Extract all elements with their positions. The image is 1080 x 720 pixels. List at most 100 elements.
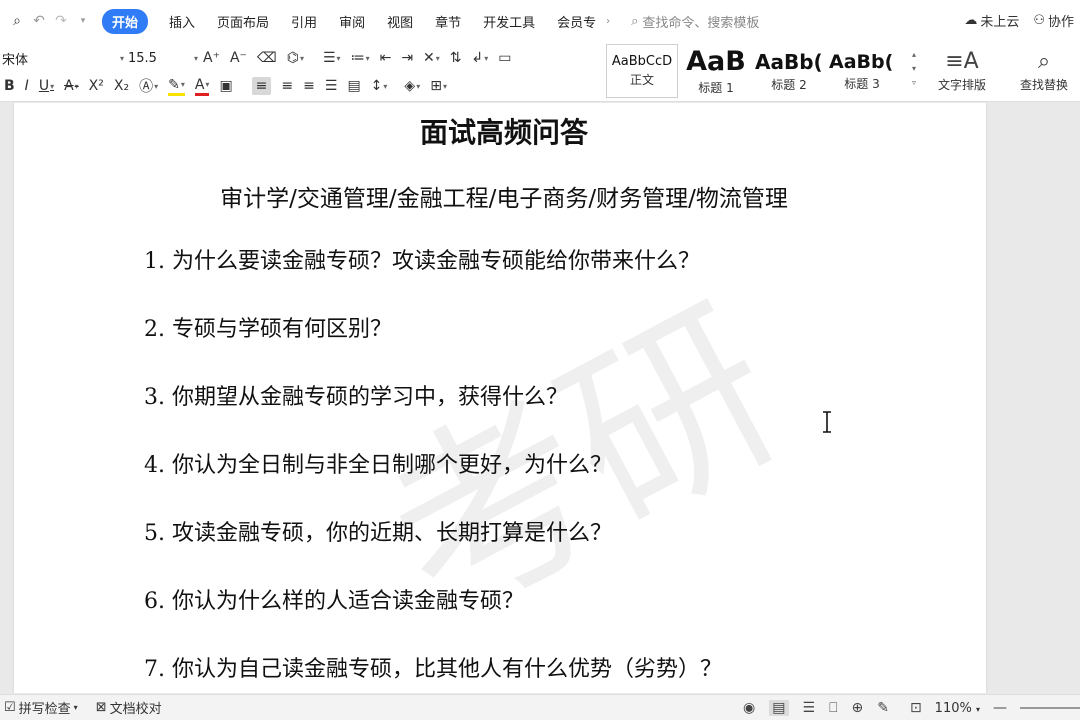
- status-right-group: ◉ ▤ ☰ ⎕ ⊕ ✎ ⊡ 110% ▾ —: [736, 695, 1080, 720]
- shading-icon[interactable]: ◈ ▾: [404, 78, 420, 94]
- bold-icon[interactable]: B: [4, 78, 15, 94]
- style-heading-1[interactable]: AaB 标题 1: [682, 44, 750, 98]
- subscript-icon[interactable]: X₂: [114, 78, 129, 94]
- tab-member[interactable]: 会员专: [557, 12, 596, 31]
- text-layout-button[interactable]: ≡A 文字排版: [926, 46, 998, 93]
- chevron-down-icon: ▾: [975, 704, 980, 714]
- justify-icon[interactable]: ☰: [325, 78, 338, 94]
- style-gallery: AaBbCcD 正文 AaB 标题 1 AaBb( 标题 2 AaBb( 标题 …: [606, 44, 916, 100]
- cloud-status[interactable]: ☁ 未上云: [964, 11, 1019, 30]
- line-spacing-icon[interactable]: ↕ ▾: [371, 78, 388, 94]
- style-heading-3[interactable]: AaBb( 标题 3: [828, 44, 896, 98]
- italic-icon[interactable]: I: [25, 78, 29, 94]
- tab-page-layout[interactable]: 页面布局: [217, 12, 269, 31]
- chevron-up-icon: ▴: [911, 50, 916, 59]
- question-item: 6. 你认为什么样的人适合读金融专硕？: [144, 589, 524, 614]
- question-item: 1. 为什么要读金融专硕？攻读金融专硕能给你带来什么？: [144, 249, 700, 274]
- document-canvas[interactable]: 考研 面试高频问答 审计学/交通管理/金融工程/电子商务/财务管理/物流管理 1…: [0, 103, 1080, 693]
- cloud-icon: ☁: [964, 13, 978, 28]
- question-item: 7. 你认为自己读金融专硕，比其他人有什么优势（劣势）？: [144, 657, 722, 682]
- reading-view-icon[interactable]: ⎕: [829, 700, 837, 716]
- fit-page-icon[interactable]: ⊡: [910, 700, 922, 716]
- decrease-indent-icon[interactable]: ⇤: [380, 50, 392, 66]
- menu-bar: ⌕ ↶ ↷ ▾ 开始 插入 页面布局 引用 审阅 视图 章节 开发工具 会员专 …: [0, 0, 1080, 42]
- cloud-label: 未上云: [980, 15, 1020, 30]
- grow-font-icon[interactable]: A⁺: [203, 50, 220, 66]
- tab-view[interactable]: 视图: [387, 12, 413, 31]
- doc-proof-icon: ⊠: [95, 700, 107, 715]
- redo-icon[interactable]: ↷: [50, 10, 72, 32]
- clear-format-icon[interactable]: ⌫: [257, 50, 277, 66]
- chevron-right-icon[interactable]: ›: [597, 10, 619, 32]
- style-heading-2[interactable]: AaBb( 标题 2: [754, 44, 824, 98]
- ruler-icon[interactable]: ▭: [498, 50, 511, 66]
- undo-icon[interactable]: ↶: [28, 10, 50, 32]
- strikethrough-icon[interactable]: A ▾: [64, 78, 79, 94]
- collab-button[interactable]: ⚇ 协作: [1033, 11, 1074, 30]
- collab-label: 协作: [1047, 15, 1074, 30]
- preview-icon[interactable]: ⌕: [6, 10, 28, 32]
- char-border-icon[interactable]: ▣: [219, 78, 232, 94]
- tab-section[interactable]: 章节: [435, 12, 461, 31]
- distribute-icon[interactable]: ▤: [347, 78, 360, 94]
- text-effect-icon[interactable]: Ⓐ ▾: [139, 76, 158, 96]
- text-layout-label: 文字排版: [937, 78, 986, 92]
- pen-icon[interactable]: ✎: [877, 700, 889, 716]
- question-item: 2. 专硕与学硕有何区别？: [144, 317, 392, 342]
- font-size-select[interactable]: 15.5 ▾: [124, 51, 198, 66]
- zoom-out-icon[interactable]: —: [993, 700, 1007, 716]
- tab-home[interactable]: 开始: [102, 8, 149, 34]
- pinyin-icon[interactable]: ⌬ ▾: [287, 50, 304, 66]
- page-view-icon[interactable]: ▤: [769, 700, 789, 716]
- document-subtitle: 审计学/交通管理/金融工程/电子商务/财务管理/物流管理: [220, 186, 788, 212]
- find-replace-button[interactable]: ⌕ 查找替换: [1008, 46, 1080, 93]
- spell-check-button[interactable]: ☑ 拼写检查 ▾: [4, 698, 78, 717]
- document-title: 面试高频问答: [419, 116, 588, 149]
- sort-icon[interactable]: ⇅: [450, 50, 462, 66]
- increase-indent-icon[interactable]: ⇥: [401, 50, 413, 66]
- command-search[interactable]: ⌕ 查找命令、搜索模板: [631, 12, 759, 31]
- eye-protection-icon[interactable]: ◉: [743, 700, 755, 716]
- text-layout-icon: ≡A: [945, 48, 979, 74]
- collab-icon: ⚇: [1033, 13, 1045, 28]
- font-color-icon[interactable]: A ▾: [194, 77, 210, 96]
- highlight-icon[interactable]: ✎ ▾: [168, 77, 185, 96]
- font-name-select[interactable]: 宋体 ▾: [0, 49, 124, 68]
- doc-proof-button[interactable]: ⊠ 文档校对: [96, 698, 162, 717]
- align-left-icon[interactable]: ≡: [251, 77, 272, 95]
- zoom-level[interactable]: 110% ▾: [935, 701, 980, 716]
- bullet-list-icon[interactable]: ☰ ▾: [323, 50, 341, 66]
- more-dropdown-icon[interactable]: ▾: [72, 10, 94, 32]
- document-page[interactable]: 考研 面试高频问答 审计学/交通管理/金融工程/电子商务/财务管理/物流管理 1…: [14, 103, 986, 693]
- zoom-value: 110%: [934, 700, 972, 716]
- font-name-value: 宋体: [2, 52, 29, 68]
- tab-review[interactable]: 审阅: [339, 12, 365, 31]
- web-view-icon[interactable]: ⊕: [851, 700, 863, 716]
- question-item: 5. 攻读金融专硕，你的近期、长期打算是什么？: [144, 521, 612, 546]
- question-item: 3. 你期望从金融专硕的学习中，获得什么？: [144, 385, 568, 410]
- borders-icon[interactable]: ⊞ ▾: [430, 78, 447, 94]
- style-scroll[interactable]: ▴ ▾ ▿: [912, 48, 916, 90]
- zoom-slider[interactable]: [1020, 707, 1080, 709]
- chevron-down-icon: ▾: [911, 64, 916, 73]
- menu-right-group: ☁ 未上云 ⚇ 协作: [950, 11, 1074, 30]
- line-break-icon[interactable]: ↲ ▾: [472, 50, 489, 66]
- cross-icon[interactable]: ✕ ▾: [423, 50, 440, 66]
- spell-check-icon: ☑: [4, 700, 16, 715]
- shrink-font-icon[interactable]: A⁻: [230, 50, 247, 66]
- underline-icon[interactable]: U ▾: [39, 78, 54, 94]
- style-preview: AaB: [686, 46, 746, 77]
- search-icon: ⌕: [631, 13, 639, 29]
- text-cursor-icon: [823, 411, 831, 433]
- style-name: 标题 1: [698, 80, 734, 95]
- align-right-icon[interactable]: ≡: [303, 78, 315, 94]
- tab-references[interactable]: 引用: [291, 12, 317, 31]
- superscript-icon[interactable]: X²: [89, 78, 104, 94]
- outline-view-icon[interactable]: ☰: [803, 700, 816, 716]
- style-normal[interactable]: AaBbCcD 正文: [606, 44, 678, 98]
- tab-insert[interactable]: 插入: [169, 12, 195, 31]
- align-center-icon[interactable]: ≡: [281, 78, 293, 94]
- chevron-down-icon: ▾: [193, 53, 198, 63]
- numbered-list-icon[interactable]: ≔ ▾: [351, 50, 370, 66]
- tab-developer[interactable]: 开发工具: [483, 12, 535, 31]
